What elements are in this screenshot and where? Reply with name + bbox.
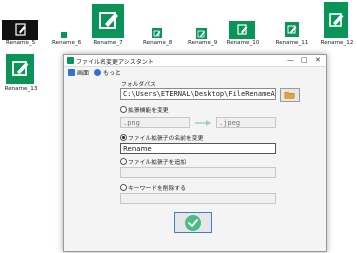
- extension-to-input[interactable]: .jpeg: [216, 117, 276, 128]
- icon-label: Rename_5: [6, 40, 36, 46]
- info-icon: [94, 69, 101, 76]
- pencil-icon: [6, 54, 34, 84]
- extension-from-placeholder: .png: [123, 119, 140, 127]
- add-extension-radio[interactable]: [120, 158, 127, 165]
- icon-label: Rename_13: [4, 86, 38, 92]
- desktop-icon-rename-8[interactable]: Rename_8: [143, 26, 173, 48]
- icon-label: Rename_7: [93, 40, 123, 46]
- new-name-input[interactable]: Rename: [120, 143, 276, 154]
- browse-folder-button[interactable]: [280, 88, 300, 102]
- menu-bar: 画面 もっと: [64, 67, 326, 78]
- folder-path-input[interactable]: C:\Users\ETERNAL\Desktop\FileRenameAssis: [120, 88, 276, 100]
- app-icon: [67, 57, 74, 64]
- folder-icon: [284, 92, 295, 99]
- delete-keyword-label: キーワードを削除する: [128, 186, 186, 192]
- change-extension-radio[interactable]: [120, 106, 127, 113]
- pencil-icon: [324, 2, 348, 38]
- check-icon: [185, 215, 201, 231]
- pencil-icon: [196, 28, 207, 39]
- delete-keyword-radio[interactable]: [120, 184, 127, 191]
- desktop-icon-rename-12[interactable]: Rename_12: [318, 2, 356, 48]
- desktop-icon-rename-6[interactable]: Rename_6: [52, 30, 82, 48]
- close-button[interactable]: ✕: [315, 56, 321, 64]
- rename-assistant-dialog: ファイル名変更アシスタント — □ ✕ 画面 もっと フォルダパス C:\Use…: [63, 54, 327, 252]
- folder-path-label: フォルダパス: [121, 82, 156, 88]
- title-bar[interactable]: ファイル名変更アシスタント — □ ✕: [64, 55, 326, 67]
- add-extension-input[interactable]: [120, 167, 276, 178]
- pencil-icon: [61, 32, 67, 38]
- menu-about[interactable]: もっと: [103, 68, 121, 77]
- icon-label: Rename_6: [52, 40, 82, 46]
- ok-button[interactable]: [174, 212, 212, 233]
- desktop-icon-rename-7[interactable]: Rename_7: [88, 4, 128, 48]
- arrow-right-icon: [195, 120, 211, 126]
- desktop-icon-rename-9[interactable]: Rename_9: [188, 26, 218, 48]
- pencil-icon: [229, 21, 255, 39]
- change-name-label: ファイル拡張子の名前を変更: [128, 136, 204, 142]
- icon-label: Rename_9: [188, 40, 218, 46]
- pencil-icon: [285, 22, 299, 37]
- add-extension-label: ファイル拡張子を追加: [128, 160, 186, 166]
- pencil-icon: [2, 20, 38, 40]
- pencil-icon: [152, 28, 162, 38]
- change-extension-label: 拡張機能を変更: [128, 108, 169, 114]
- desktop-icon-rename-5[interactable]: Rename_5: [2, 20, 38, 46]
- desktop-icon-rename-13[interactable]: Rename_13: [2, 52, 40, 94]
- icon-label: Rename_10: [226, 40, 260, 46]
- maximize-button[interactable]: □: [301, 56, 308, 64]
- icon-label: Rename_8: [143, 40, 173, 46]
- menu-home[interactable]: 画面: [77, 68, 89, 77]
- home-icon: [68, 69, 75, 76]
- desktop-icon-rename-11[interactable]: Rename_11: [275, 20, 309, 48]
- window-title: ファイル名変更アシスタント: [76, 58, 154, 66]
- extension-from-input[interactable]: .png: [120, 117, 190, 128]
- desktop-icon-rename-10[interactable]: Rename_10: [226, 18, 260, 48]
- delete-keyword-input[interactable]: [120, 193, 276, 204]
- extension-to-placeholder: .jpeg: [219, 119, 241, 127]
- change-name-radio[interactable]: [120, 134, 127, 141]
- icon-label: Rename_11: [275, 40, 309, 46]
- pencil-icon: [92, 4, 124, 38]
- icon-label: Rename_12: [320, 40, 354, 46]
- minimize-button[interactable]: —: [287, 56, 294, 64]
